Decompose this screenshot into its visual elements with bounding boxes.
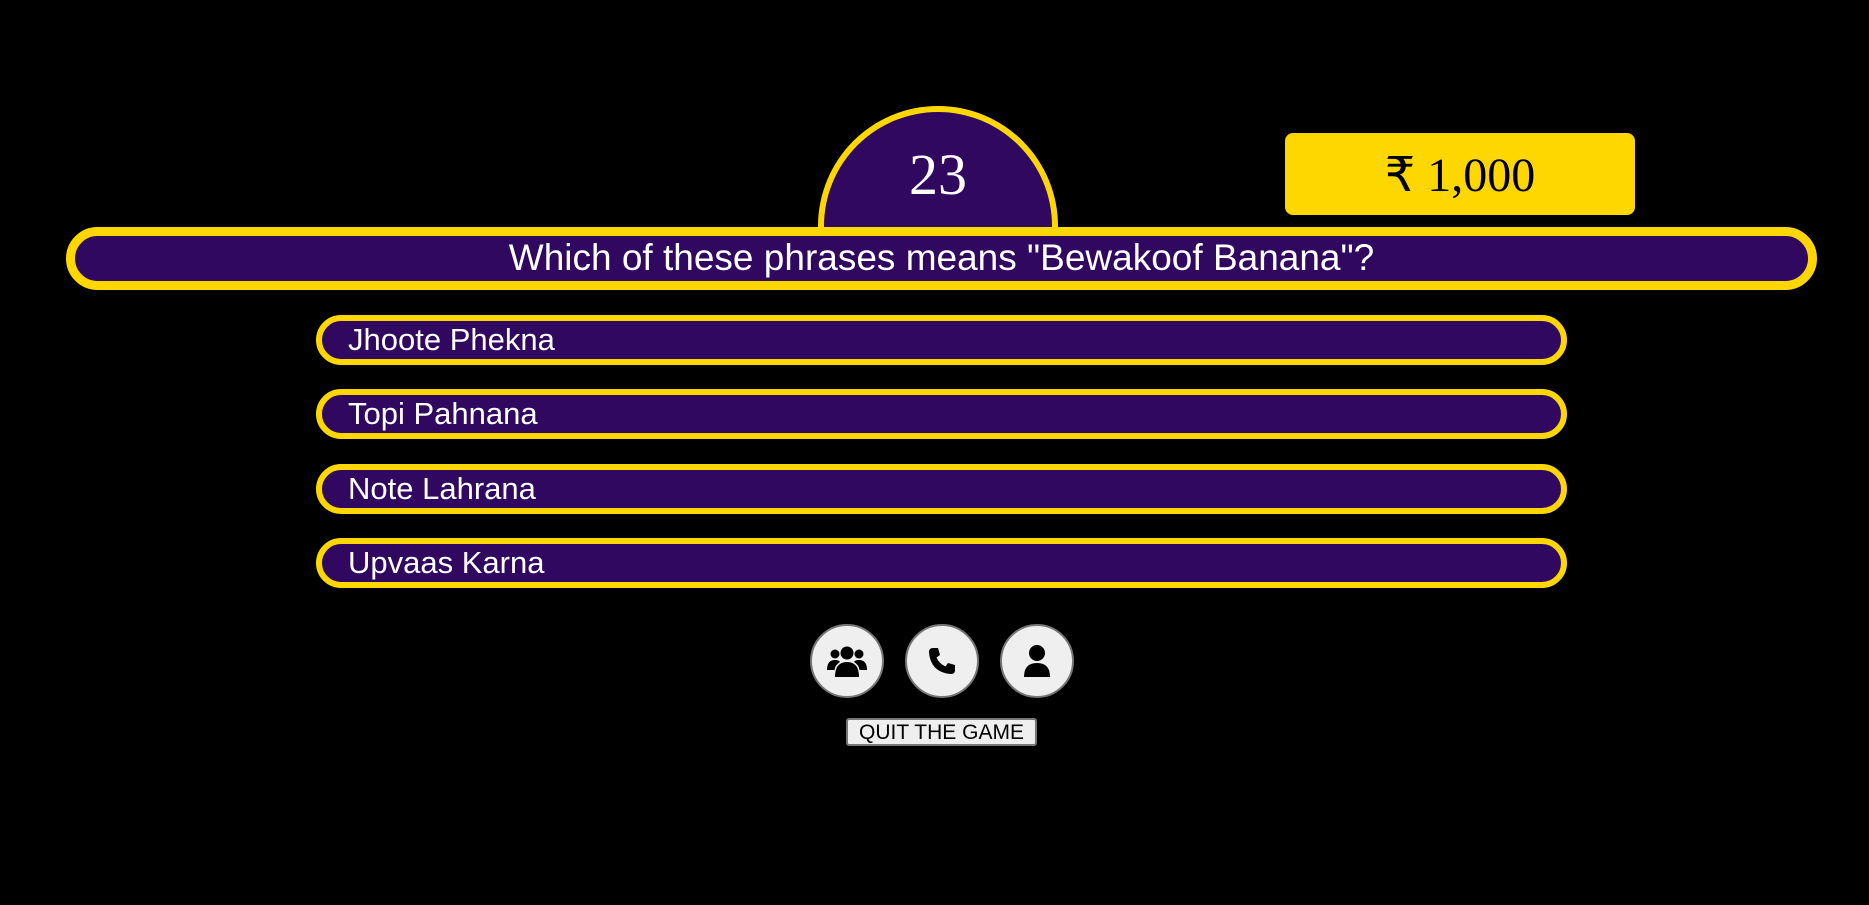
option-c-button[interactable]: Note Lahrana xyxy=(316,464,1567,514)
option-d-button[interactable]: Upvaas Karna xyxy=(316,538,1567,588)
option-c-label: Note Lahrana xyxy=(348,471,536,506)
prize-amount-box: ₹ 1,000 xyxy=(1285,133,1635,215)
option-b-label: Topi Pahnana xyxy=(348,396,538,431)
audience-poll-lifeline-button[interactable] xyxy=(810,624,884,698)
user-icon xyxy=(1024,645,1050,677)
option-d-label: Upvaas Karna xyxy=(348,545,545,580)
prize-amount: ₹ 1,000 xyxy=(1384,149,1536,202)
quit-game-button[interactable]: QUIT THE GAME xyxy=(846,718,1037,746)
option-a-button[interactable]: Jhoote Phekna xyxy=(316,315,1567,365)
phone-icon xyxy=(929,648,955,674)
option-b-button[interactable]: Topi Pahnana xyxy=(316,389,1567,439)
question-number: 23 xyxy=(909,142,967,207)
question-text: Which of these phrases means "Bewakoof B… xyxy=(508,237,1375,278)
users-icon xyxy=(827,646,867,677)
option-a-label: Jhoote Phekna xyxy=(348,322,555,357)
ask-expert-lifeline-button[interactable] xyxy=(1000,624,1074,698)
game-screen: 23 ₹ 1,000 Which of these phrases means … xyxy=(0,0,1869,905)
question-panel: Which of these phrases means "Bewakoof B… xyxy=(66,227,1817,290)
question-number-dial: 23 xyxy=(818,106,1058,230)
phone-a-friend-lifeline-button[interactable] xyxy=(905,624,979,698)
